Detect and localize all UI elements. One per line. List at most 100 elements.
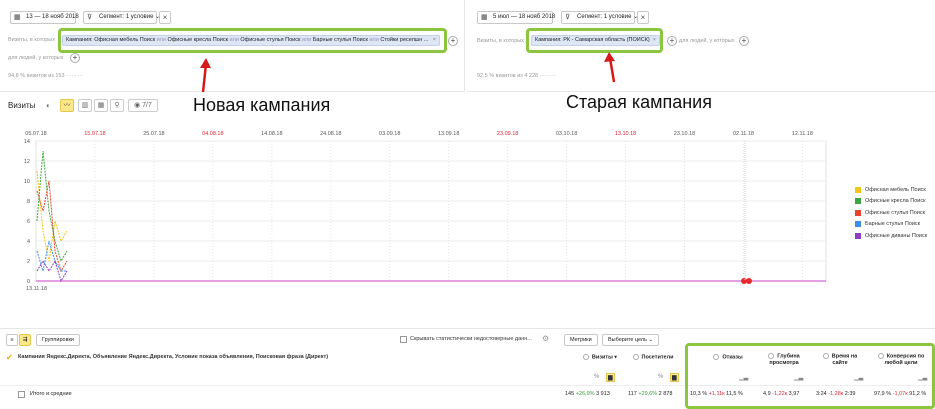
- dimensions-header: Кампания Яндекс.Директа, Объявление Янде…: [18, 354, 329, 360]
- metrics-button[interactable]: Метрики: [564, 334, 598, 346]
- add-condition-button-right[interactable]: +: [667, 36, 677, 46]
- segment-clear-button-right[interactable]: ×: [637, 11, 649, 24]
- plot-frame: [35, 140, 827, 282]
- flat-view-button[interactable]: ⇶: [19, 334, 31, 346]
- highlight-frame-old: [526, 28, 663, 53]
- column-header-visits[interactable]: Визиты ▾: [582, 354, 618, 361]
- legend-item[interactable]: Офисные стулья Поиск: [855, 207, 927, 219]
- annotation-arrow-old: [604, 52, 616, 83]
- people-condition-label: для людей, у которых: [8, 55, 64, 61]
- line-chart-icon: 〰: [63, 102, 71, 109]
- x-tick-label: 25.07.18: [143, 131, 164, 137]
- add-people-condition-button-left[interactable]: +: [70, 53, 80, 63]
- cell-users: 117 +29,6% 2 878: [628, 391, 673, 397]
- bar-chart-icon: ▥: [81, 102, 89, 109]
- highlight-frame-new: [58, 28, 447, 53]
- map-view-button[interactable]: ⚲: [110, 99, 124, 112]
- x-tick-label: 24.08.18: [320, 131, 341, 137]
- percent-icon[interactable]: %: [658, 374, 663, 380]
- dotted-divider: ------: [539, 73, 557, 79]
- hide-unreliable-checkbox[interactable]: [400, 336, 407, 343]
- legend-item[interactable]: Офисные диваны Поиск: [855, 230, 927, 242]
- list-icon: ≡: [10, 337, 14, 343]
- hide-unreliable-label: Скрывать статистически недостоверные дан…: [410, 336, 532, 342]
- highlight-frame-metrics: [685, 343, 935, 409]
- visits-line-chart: 0 2 4 6 8 10 12 14 05.07.18 15.07.18 25.07.18 04.08…: [24, 131, 827, 292]
- add-people-condition-button-right[interactable]: +: [739, 36, 749, 46]
- x-tick-label: 12.11.18: [792, 131, 813, 137]
- filter-icon: ⊽: [565, 14, 571, 21]
- column-header-users[interactable]: Посетители: [628, 354, 678, 361]
- series-count-dropdown[interactable]: ◉ 7/7: [128, 99, 158, 112]
- dotted-divider: ------: [66, 73, 84, 79]
- date-range-picker-left[interactable]: ▦ 13 — 18 нояб 2018: [10, 11, 79, 24]
- table-divider: [0, 328, 935, 329]
- series-icon: ◉: [134, 102, 141, 109]
- groupings-button[interactable]: Группировки: [36, 334, 80, 346]
- settings-gear-icon[interactable]: ⚙: [542, 334, 549, 343]
- legend-swatch: [855, 209, 861, 216]
- segment-share-text-left: 94,8 % визитов из 153 ------: [8, 73, 84, 79]
- percent-icon[interactable]: %: [594, 374, 599, 380]
- x-tick-label: 13.09.18: [438, 131, 459, 137]
- sort-radio[interactable]: [582, 354, 589, 360]
- y-tick-label: 8: [27, 199, 30, 205]
- legend-item[interactable]: Барные стулья Поиск: [855, 219, 927, 231]
- y-tick-label: 10: [24, 179, 30, 185]
- tree-view-button[interactable]: ≡: [6, 334, 18, 346]
- totals-label: Итого и средние: [30, 391, 72, 397]
- chart-legend: Офисная мебель Поиск Офисные кресла Поис…: [855, 184, 927, 242]
- calendar-icon: ▦: [14, 14, 21, 21]
- compare-start-label: 13.11.18: [26, 286, 47, 292]
- x-tick-label: 05.07.18: [25, 131, 46, 137]
- people-condition-label: для людей, у которых: [679, 38, 735, 44]
- y-tick-label: 12: [24, 159, 30, 165]
- y-tick-label: 0: [27, 279, 30, 285]
- y-tick-label: 6: [27, 219, 30, 225]
- date-range-picker-right[interactable]: ▦ 5 июл — 18 нояб 2018: [477, 11, 555, 24]
- legend-swatch: [855, 186, 861, 193]
- flat-list-icon: ⇶: [22, 337, 28, 343]
- cell-visits: 145 +26,9% 3 913: [565, 391, 610, 397]
- y-tick-label: 4: [27, 239, 30, 245]
- annotation-old-campaign: Старая кампания: [566, 92, 712, 112]
- legend-item[interactable]: Офисные кресла Поиск: [855, 196, 927, 208]
- x-tick-label: 13.10.18: [615, 131, 636, 137]
- segment-dropdown-left[interactable]: ⊽ Сегмент: 1 условие ⌄: [83, 11, 160, 24]
- segment-dropdown-right[interactable]: ⊽ Сегмент: 1 условие ⌄: [561, 11, 638, 24]
- bars-icon[interactable]: ▆: [670, 373, 679, 382]
- grid-icon: ▦: [97, 102, 105, 109]
- table-view-button[interactable]: ▦: [94, 99, 108, 112]
- totals-checkbox[interactable]: [18, 391, 25, 398]
- y-tick-label: 2: [27, 259, 30, 265]
- x-tick-label: 23.09.18: [497, 131, 518, 137]
- add-condition-button-left[interactable]: +: [448, 36, 458, 46]
- line-chart-button[interactable]: 〰: [60, 99, 74, 112]
- annotation-arrow-new: [200, 58, 211, 93]
- chart-settings-icon[interactable]: ◐: [46, 101, 51, 110]
- legend-swatch: [855, 221, 861, 228]
- x-tick-label: 03.10.18: [556, 131, 577, 137]
- legend-item[interactable]: Офисная мебель Поиск: [855, 184, 927, 196]
- goal-dropdown[interactable]: Выберите цель ⌄: [602, 334, 660, 346]
- x-tick-label: 23.10.18: [674, 131, 695, 137]
- pin-icon: ⚲: [114, 102, 120, 109]
- segment-share-text-right: 92,5 % визитов из 4 228 ------: [477, 73, 557, 79]
- sort-radio[interactable]: [632, 354, 639, 360]
- x-tick-label: 03.09.18: [379, 131, 400, 137]
- visits-condition-label: Визиты, в которых: [477, 38, 524, 44]
- x-tick-label: 04.08.18: [202, 131, 223, 137]
- x-tick-label: 02.11.18: [733, 131, 754, 137]
- x-tick-label: 14.08.18: [261, 131, 282, 137]
- visits-condition-label: Визиты, в которых: [8, 37, 55, 43]
- checkmark-icon: ✔: [6, 353, 13, 362]
- legend-swatch: [855, 198, 861, 205]
- calendar-icon: ▦: [481, 14, 488, 21]
- segment-clear-button-left[interactable]: ×: [159, 11, 171, 24]
- legend-swatch: [855, 232, 861, 239]
- bars-icon[interactable]: ▆: [606, 373, 615, 382]
- chart-metric-title: Визиты: [8, 101, 36, 110]
- event-marker: [746, 278, 752, 284]
- series-line: [36, 170, 68, 262]
- bar-chart-button[interactable]: ▥: [78, 99, 92, 112]
